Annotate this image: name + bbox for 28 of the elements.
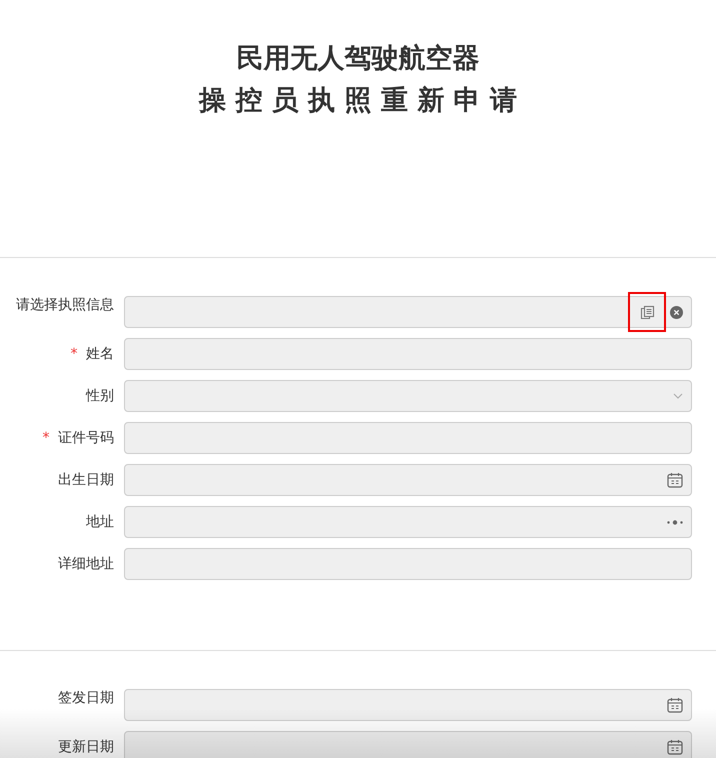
chevron-down-icon — [673, 393, 683, 399]
date-field[interactable] — [124, 464, 692, 496]
input-field[interactable] — [124, 548, 692, 580]
input-field[interactable] — [124, 338, 692, 370]
clear-icon[interactable] — [670, 306, 683, 318]
input-field[interactable] — [124, 506, 692, 538]
field-label: 姓名 — [86, 346, 114, 362]
field-label: 证件号码 — [58, 430, 114, 446]
input-field[interactable] — [124, 422, 692, 454]
form-subtitle: 操 控 员 执 照 重 新 申 请 — [197, 84, 518, 118]
field-label: 性别 — [86, 388, 114, 404]
field-label: 地址 — [86, 514, 114, 530]
date-field[interactable] — [124, 689, 692, 721]
select-field[interactable] — [124, 380, 692, 412]
field-label: 出生日期 — [58, 472, 114, 488]
field-label: 详细地址 — [58, 556, 114, 572]
required-mark: * — [42, 430, 50, 446]
date-field[interactable] — [124, 731, 692, 758]
required-mark: * — [70, 346, 78, 362]
field-label: 签发日期 — [58, 690, 114, 706]
form-title: 民用无人驾驶航空器 — [236, 42, 480, 76]
document-icon[interactable] — [640, 304, 654, 320]
field-label: 更新日期 — [58, 739, 114, 755]
calendar-icon[interactable] — [667, 472, 683, 488]
calendar-icon[interactable] — [667, 739, 683, 755]
more-icon[interactable] — [667, 520, 683, 524]
field-label: 请选择执照信息 — [16, 297, 114, 313]
calendar-icon[interactable] — [667, 697, 683, 713]
